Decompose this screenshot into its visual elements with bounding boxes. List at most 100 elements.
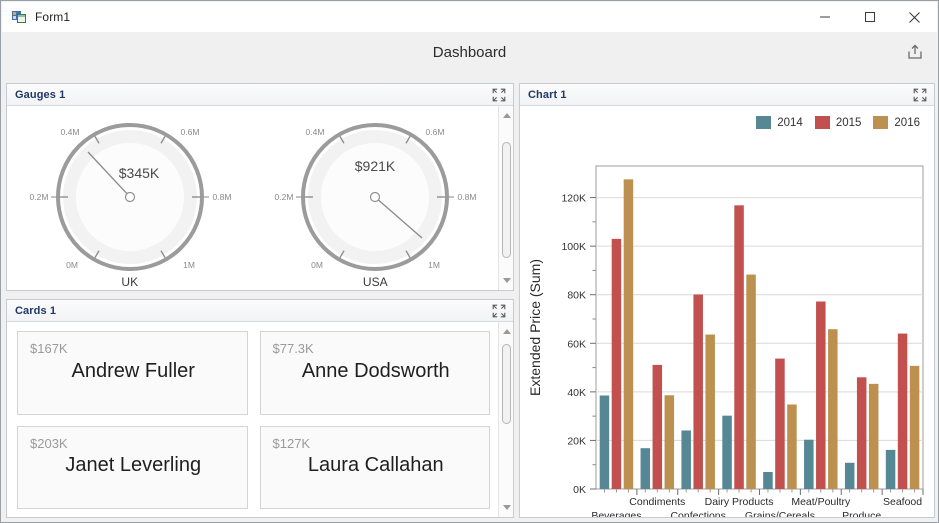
expand-icon[interactable] [912, 87, 928, 103]
cards-scrollbar[interactable] [498, 322, 513, 517]
expand-icon[interactable] [491, 87, 507, 103]
bar-2014-DairyProducts[interactable] [722, 415, 732, 489]
gauge-uk-tick-0.2M: 0.2M [29, 192, 48, 202]
scroll-down-icon[interactable] [499, 500, 513, 515]
panel-cards: Cards 1 $167K Andrew Fuller $77.3K Anne [6, 299, 514, 518]
bar-2014-MeatPoultry[interactable] [804, 439, 814, 489]
y-axis-tick-label: 80K [567, 290, 586, 302]
bar-2015-Confections[interactable] [693, 294, 703, 489]
title-bar: Form1 [2, 2, 937, 32]
x-axis-category-label: Beverages [591, 510, 641, 517]
bar-2015-Seafood[interactable] [897, 333, 908, 489]
bar-2014-Seafood[interactable] [885, 449, 896, 489]
bar-2015-Produce[interactable] [856, 377, 867, 489]
bar-2014-Condiments[interactable] [640, 448, 651, 489]
x-axis-category-label: Confections [670, 510, 725, 517]
panel-cards-body: $167K Andrew Fuller $77.3K Anne Dodswort… [7, 322, 513, 517]
bar-2016-GrainsCereals[interactable] [787, 404, 797, 489]
expand-icon[interactable] [491, 303, 507, 319]
panel-gauges-title: Gauges 1 [15, 88, 66, 101]
panel-gauges: Gauges 1 $345K 0.4M 0.6M 0.2M 0.8M 0M 1M… [6, 83, 514, 291]
y-axis-tick-label: 40K [567, 387, 586, 399]
scroll-up-icon[interactable] [499, 108, 513, 123]
bar-2015-Condiments[interactable] [652, 364, 663, 489]
maximize-button[interactable] [847, 2, 892, 32]
cards-container: $167K Andrew Fuller $77.3K Anne Dodswort… [7, 322, 498, 517]
x-axis-category-label: Condiments [629, 496, 685, 508]
title-bar-left: Form1 [2, 9, 802, 25]
x-axis-category-label: Dairy Products [705, 496, 774, 508]
bar-2016-Produce[interactable] [868, 383, 879, 489]
scrollbar-thumb[interactable] [502, 142, 511, 258]
gauges-container: $345K 0.4M 0.6M 0.2M 0.8M 0M 1M UK $921K… [7, 106, 498, 290]
panel-cards-title: Cards 1 [15, 304, 57, 317]
scroll-down-icon[interactable] [499, 273, 513, 288]
card-item[interactable]: $203K Janet Leverling [17, 425, 248, 509]
bar-chart: 0K 20K 40K 60K 80K 100K 120K Extended Price (Su… [527, 165, 924, 517]
gauge-usa-tick-0.2M: 0.2M [275, 192, 294, 202]
bar-2014-Produce[interactable] [844, 462, 855, 489]
bar-2016-Confections[interactable] [705, 334, 715, 489]
chart-container: 2014 2015 2016 0K 20K 40K 60K 80K 100K 120K Ext… [520, 106, 934, 517]
export-icon[interactable] [903, 40, 927, 64]
card-name: Anne Dodsworth [301, 359, 450, 382]
gauge-uk-tick-0M: 0M [66, 260, 78, 270]
panel-gauges-header: Gauges 1 [7, 84, 513, 106]
gauge-usa-value: $921K [355, 158, 396, 174]
gauge-uk-tick-0.8M: 0.8M [212, 192, 231, 202]
bar-2016-DairyProducts[interactable] [746, 274, 756, 489]
bar-2016-Condiments[interactable] [664, 395, 675, 489]
y-axis-tick-label: 20K [567, 435, 586, 447]
dashboard-header: Dashboard [2, 32, 937, 72]
y-axis-tick-label: 100K [561, 241, 586, 253]
gauge-usa-tick-0.6M: 0.6M [426, 127, 445, 137]
card-item[interactable]: $167K Andrew Fuller [17, 331, 248, 415]
bar-2015-MeatPoultry[interactable] [816, 301, 826, 489]
y-axis-tick-label: 120K [561, 193, 586, 205]
card-item[interactable]: $77.3K Anne Dodsworth [259, 331, 490, 415]
panel-gauges-body: $345K 0.4M 0.6M 0.2M 0.8M 0M 1M UK $921K… [7, 106, 513, 290]
card-value: $77.3K [272, 341, 314, 356]
gauge-usa: $921K 0.4M 0.6M 0.2M 0.8M 0M 1M USA [260, 109, 490, 289]
gauge-usa-tick-0M: 0M [311, 260, 323, 270]
gauge-uk-tick-1M: 1M [183, 260, 195, 270]
window-controls [802, 2, 937, 32]
gauge-uk: $345K 0.4M 0.6M 0.2M 0.8M 0M 1M UK [15, 109, 245, 289]
bar-2015-Beverages[interactable] [611, 238, 622, 489]
bar-2015-DairyProducts[interactable] [734, 205, 744, 489]
bar-2014-GrainsCereals[interactable] [763, 472, 773, 489]
x-axis-category-label: Produce [842, 510, 881, 517]
application-window: Form1 Dashboard Gauges 1 $345K 0.4M 0.6M… [0, 0, 939, 523]
x-axis-category-label: Seafood [883, 496, 922, 508]
card-name: Andrew Fuller [71, 359, 195, 382]
bar-2016-MeatPoultry[interactable] [828, 329, 838, 489]
gauge-uk-label: UK [121, 275, 139, 289]
bar-2016-Seafood[interactable] [909, 365, 920, 489]
bar-2014-Beverages[interactable] [599, 395, 610, 490]
close-button[interactable] [892, 2, 937, 32]
panel-chart-header: Chart 1 [520, 84, 934, 106]
card-value: $203K [30, 435, 68, 451]
x-axis-category-label: Grains/Cereals [745, 510, 815, 517]
bar-2015-GrainsCereals[interactable] [775, 358, 785, 489]
bar-2016-Beverages[interactable] [623, 179, 634, 490]
card-item[interactable]: $127K Laura Callahan [259, 425, 490, 509]
gauge-usa-tick-0.8M: 0.8M [458, 192, 477, 202]
scroll-up-icon[interactable] [499, 324, 513, 339]
gauge-uk-tick-0.6M: 0.6M [180, 127, 199, 137]
bar-2014-Confections[interactable] [681, 430, 691, 489]
y-axis-tick-label: 60K [567, 338, 586, 350]
card-name: Janet Leverling [65, 454, 202, 477]
gauge-usa-label: USA [362, 275, 388, 289]
gauge-uk-value: $345K [119, 165, 160, 181]
scrollbar-thumb[interactable] [502, 344, 511, 424]
panel-cards-header: Cards 1 [7, 300, 513, 322]
gauges-scrollbar[interactable] [498, 106, 513, 290]
minimize-button[interactable] [802, 2, 847, 32]
panel-chart: Chart 1 2014 2015 2016 0K 20K 40K 60K 80… [519, 83, 935, 518]
y-axis-title: Extended Price (Sum) [527, 259, 543, 396]
dashboard-title: Dashboard [432, 43, 507, 61]
form-app-icon [11, 9, 27, 25]
gauge-uk-tick-0.4M: 0.4M [60, 127, 79, 137]
gauge-usa-tick-1M: 1M [428, 260, 440, 270]
